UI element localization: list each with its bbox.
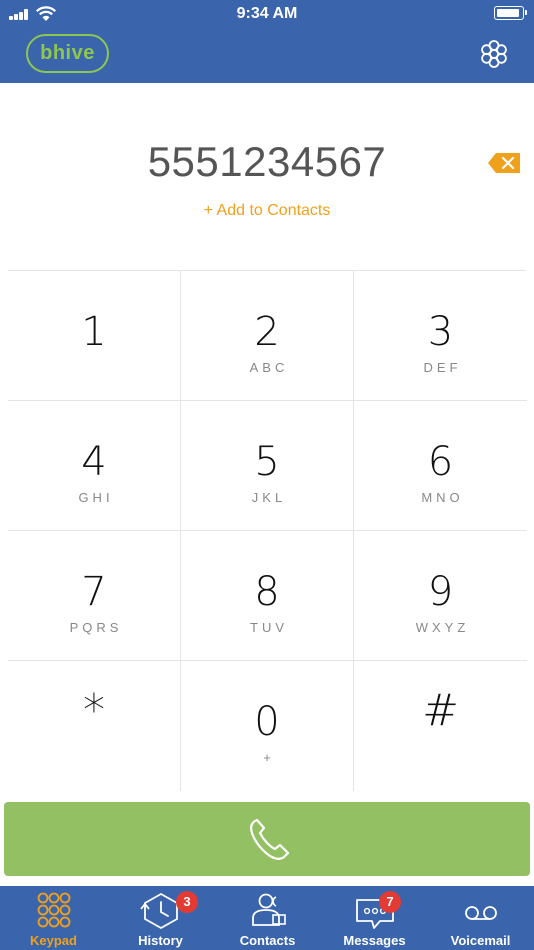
key-2[interactable]: 2 ABC xyxy=(181,271,354,401)
key-digit: * xyxy=(83,685,105,736)
key-0[interactable]: 0 + xyxy=(181,661,354,791)
header-bar: 9:34 AM bhive xyxy=(0,0,534,83)
call-button[interactable] xyxy=(4,802,530,876)
key-digit: 4 xyxy=(81,439,107,485)
key-hash[interactable]: # xyxy=(354,661,527,791)
key-9[interactable]: 9 WXYZ xyxy=(354,531,527,661)
status-bar: 9:34 AM xyxy=(0,0,534,28)
key-digit: # xyxy=(422,685,459,736)
key-7[interactable]: 7 PQRS xyxy=(8,531,181,661)
contacts-icon xyxy=(252,893,286,926)
key-letters: WXYZ xyxy=(415,620,470,635)
status-time: 9:34 AM xyxy=(236,5,298,22)
key-8[interactable]: 8 TUV xyxy=(181,531,354,661)
key-6[interactable]: 6 MNO xyxy=(354,401,527,531)
key-1[interactable]: 1 xyxy=(8,271,181,401)
dialed-number: 5551234567 xyxy=(147,138,387,185)
key-letters: ABC xyxy=(249,360,289,375)
key-5[interactable]: 5 JKL xyxy=(181,401,354,531)
key-4[interactable]: 4 GHI xyxy=(8,401,181,531)
key-star[interactable]: * xyxy=(8,661,181,791)
key-digit: 3 xyxy=(427,309,454,355)
tab-label: Voicemail xyxy=(450,933,511,948)
tab-label: Keypad xyxy=(30,933,77,948)
tab-voicemail[interactable]: Voicemail xyxy=(427,886,534,950)
battery-icon xyxy=(494,6,527,20)
tab-bar: Keypad 3 History Contacts 7 Messages Voi… xyxy=(0,886,534,950)
key-digit: 1 xyxy=(81,309,107,355)
keypad-grid: 1 2 ABC 3 DEF 4 GHI 5 JKL 6 MNO 7 PQRS 8… xyxy=(8,270,527,792)
bhive-logo[interactable]: bhive xyxy=(26,34,109,73)
tab-label: History xyxy=(138,933,183,948)
key-digit: 7 xyxy=(81,569,107,615)
history-icon xyxy=(140,892,178,930)
add-to-contacts-link[interactable]: + Add to Contacts xyxy=(0,202,534,220)
tab-label: Messages xyxy=(343,933,406,948)
messages-badge: 7 xyxy=(379,891,401,913)
tab-label: Contacts xyxy=(239,933,296,948)
key-letters: DEF xyxy=(423,360,462,375)
key-letters: MNO xyxy=(421,490,464,505)
key-letters: TUV xyxy=(250,620,288,635)
flower-gear-icon[interactable] xyxy=(478,38,510,70)
key-digit: 2 xyxy=(254,309,280,355)
key-letters: + xyxy=(263,750,275,765)
tab-messages[interactable]: 7 Messages xyxy=(321,886,428,950)
keypad-icon xyxy=(37,892,71,928)
phone-icon xyxy=(249,818,290,860)
key-digit: 8 xyxy=(254,569,280,615)
history-badge: 3 xyxy=(176,891,198,913)
key-letters: PQRS xyxy=(69,620,123,635)
tab-contacts[interactable]: Contacts xyxy=(214,886,321,950)
tab-keypad[interactable]: Keypad xyxy=(0,886,107,950)
backspace-icon[interactable] xyxy=(487,152,521,174)
key-letters: GHI xyxy=(78,490,114,505)
key-digit: 5 xyxy=(254,439,280,485)
key-letters: JKL xyxy=(251,490,287,505)
key-3[interactable]: 3 DEF xyxy=(354,271,527,401)
key-digit: 9 xyxy=(427,569,454,615)
key-digit: 0 xyxy=(254,699,280,745)
key-digit: 6 xyxy=(427,439,454,485)
tab-history[interactable]: 3 History xyxy=(107,886,214,950)
voicemail-icon xyxy=(465,906,497,920)
